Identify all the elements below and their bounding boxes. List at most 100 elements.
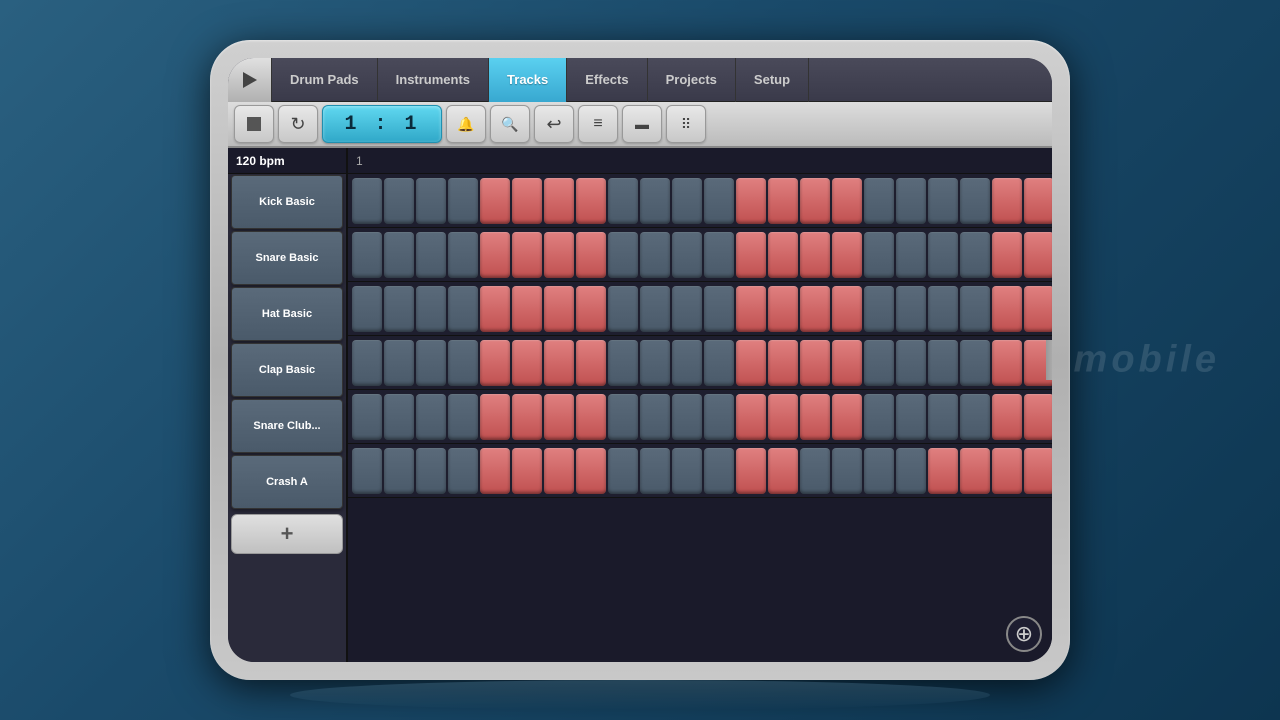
beat-cell-t0-b19[interactable] [960, 178, 990, 224]
beat-cell-t5-b3[interactable] [448, 448, 478, 494]
beat-cell-t4-b11[interactable] [704, 394, 734, 440]
beat-cell-t4-b2[interactable] [416, 394, 446, 440]
beat-cell-t3-b13[interactable] [768, 340, 798, 386]
beat-cell-t2-b1[interactable] [384, 286, 414, 332]
beat-cell-t0-b10[interactable] [672, 178, 702, 224]
beat-cell-t1-b19[interactable] [960, 232, 990, 278]
beat-cell-t1-b1[interactable] [384, 232, 414, 278]
beat-cell-t1-b16[interactable] [864, 232, 894, 278]
beat-cell-t4-b10[interactable] [672, 394, 702, 440]
beat-cell-t4-b15[interactable] [832, 394, 862, 440]
tab-tracks[interactable]: Tracks [489, 58, 567, 102]
beat-cell-t0-b8[interactable] [608, 178, 638, 224]
beat-cell-t1-b3[interactable] [448, 232, 478, 278]
beat-cell-t2-b14[interactable] [800, 286, 830, 332]
beat-cell-t0-b14[interactable] [800, 178, 830, 224]
beat-cell-t2-b20[interactable] [992, 286, 1022, 332]
tab-effects[interactable]: Effects [567, 58, 647, 102]
beat-cell-t0-b17[interactable] [896, 178, 926, 224]
beat-cell-t2-b12[interactable] [736, 286, 766, 332]
track-label-clap-basic[interactable]: Clap Basic [231, 343, 343, 397]
beat-cell-t3-b8[interactable] [608, 340, 638, 386]
beat-cell-t4-b16[interactable] [864, 394, 894, 440]
beat-cell-t0-b21[interactable] [1024, 178, 1052, 224]
beat-cell-t1-b20[interactable] [992, 232, 1022, 278]
beat-cell-t5-b5[interactable] [512, 448, 542, 494]
track-label-snare-club[interactable]: Snare Club... [231, 399, 343, 453]
beat-cell-t5-b13[interactable] [768, 448, 798, 494]
beat-cell-t0-b3[interactable] [448, 178, 478, 224]
track-label-kick-basic[interactable]: Kick Basic [231, 175, 343, 229]
beat-cell-t0-b5[interactable] [512, 178, 542, 224]
beat-cell-t3-b16[interactable] [864, 340, 894, 386]
beat-cell-t4-b3[interactable] [448, 394, 478, 440]
beat-cell-t4-b7[interactable] [576, 394, 606, 440]
beat-cell-t5-b18[interactable] [928, 448, 958, 494]
beat-cell-t2-b18[interactable] [928, 286, 958, 332]
beat-cell-t2-b19[interactable] [960, 286, 990, 332]
search-button[interactable]: 🔍 [490, 105, 530, 143]
beat-cell-t2-b11[interactable] [704, 286, 734, 332]
beat-cell-t4-b0[interactable] [352, 394, 382, 440]
beat-cell-t3-b7[interactable] [576, 340, 606, 386]
beat-cell-t1-b18[interactable] [928, 232, 958, 278]
beat-cell-t5-b2[interactable] [416, 448, 446, 494]
beat-cell-t2-b6[interactable] [544, 286, 574, 332]
beat-cell-t2-b7[interactable] [576, 286, 606, 332]
beat-cell-t1-b15[interactable] [832, 232, 862, 278]
loop-button[interactable]: ↻ [278, 105, 318, 143]
beat-cell-t4-b4[interactable] [480, 394, 510, 440]
beat-cell-t4-b19[interactable] [960, 394, 990, 440]
beat-cell-t3-b15[interactable] [832, 340, 862, 386]
beat-cell-t3-b10[interactable] [672, 340, 702, 386]
beat-cell-t0-b18[interactable] [928, 178, 958, 224]
add-pattern-button[interactable]: ⊕ [1006, 616, 1042, 652]
beat-cell-t4-b12[interactable] [736, 394, 766, 440]
beat-cell-t3-b12[interactable] [736, 340, 766, 386]
beat-cell-t5-b15[interactable] [832, 448, 862, 494]
beat-cell-t5-b16[interactable] [864, 448, 894, 494]
beat-cell-t5-b0[interactable] [352, 448, 382, 494]
beat-cell-t2-b13[interactable] [768, 286, 798, 332]
beat-cell-t3-b4[interactable] [480, 340, 510, 386]
tab-instruments[interactable]: Instruments [378, 58, 489, 102]
track-label-snare-basic[interactable]: Snare Basic [231, 231, 343, 285]
list-view-button[interactable]: ≡ [578, 105, 618, 143]
beat-cell-t5-b21[interactable] [1024, 448, 1052, 494]
beat-cell-t5-b10[interactable] [672, 448, 702, 494]
detail-view-button[interactable]: ▬ [622, 105, 662, 143]
beat-cell-t3-b9[interactable] [640, 340, 670, 386]
beat-cell-t3-b17[interactable] [896, 340, 926, 386]
beat-cell-t0-b4[interactable] [480, 178, 510, 224]
tab-drum-pads[interactable]: Drum Pads [272, 58, 378, 102]
beat-cell-t1-b12[interactable] [736, 232, 766, 278]
beat-cell-t1-b13[interactable] [768, 232, 798, 278]
beat-cell-t5-b12[interactable] [736, 448, 766, 494]
play-button[interactable] [228, 58, 272, 102]
beat-cell-t4-b9[interactable] [640, 394, 670, 440]
stop-button[interactable] [234, 105, 274, 143]
beat-cell-t4-b13[interactable] [768, 394, 798, 440]
beat-cell-t5-b1[interactable] [384, 448, 414, 494]
grid-view-button[interactable]: ⠿ [666, 105, 706, 143]
beat-cell-t2-b5[interactable] [512, 286, 542, 332]
beat-cell-t1-b11[interactable] [704, 232, 734, 278]
beat-cell-t0-b9[interactable] [640, 178, 670, 224]
beat-cell-t2-b4[interactable] [480, 286, 510, 332]
beat-cell-t3-b18[interactable] [928, 340, 958, 386]
beat-cell-t2-b9[interactable] [640, 286, 670, 332]
time-display[interactable]: 1 : 1 [322, 105, 442, 143]
beat-cell-t0-b2[interactable] [416, 178, 446, 224]
beat-cell-t0-b7[interactable] [576, 178, 606, 224]
beat-cell-t3-b0[interactable] [352, 340, 382, 386]
beat-cell-t4-b20[interactable] [992, 394, 1022, 440]
beat-cell-t1-b4[interactable] [480, 232, 510, 278]
beat-cell-t2-b0[interactable] [352, 286, 382, 332]
beat-cell-t0-b12[interactable] [736, 178, 766, 224]
beat-cell-t3-b19[interactable] [960, 340, 990, 386]
beat-cell-t2-b16[interactable] [864, 286, 894, 332]
beat-cell-t5-b17[interactable] [896, 448, 926, 494]
metronome-button[interactable]: 🔔 [446, 105, 486, 143]
beat-cell-t5-b7[interactable] [576, 448, 606, 494]
beat-cell-t3-b14[interactable] [800, 340, 830, 386]
